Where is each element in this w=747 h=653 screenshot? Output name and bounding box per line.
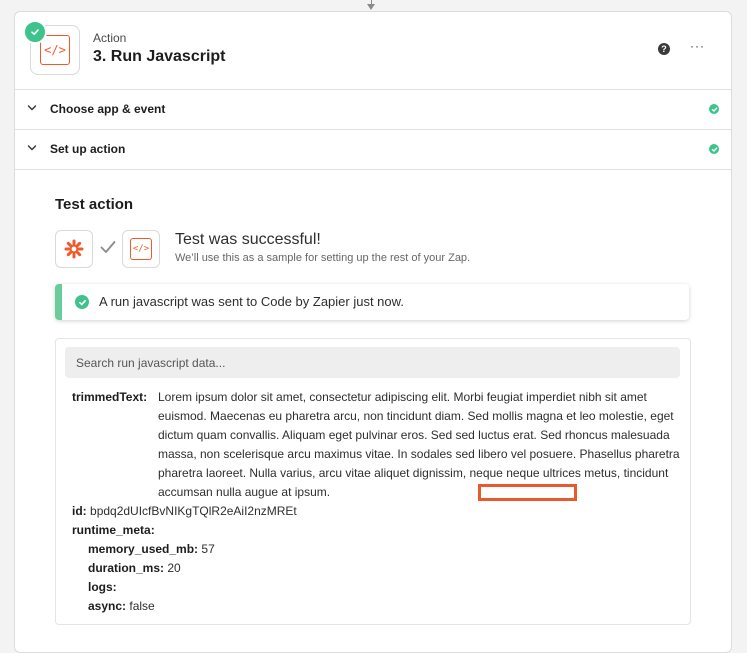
step-complete-check-icon	[23, 20, 47, 44]
connection-check-icon	[100, 241, 116, 253]
help-icon[interactable]: ?	[658, 43, 670, 55]
chevron-down-icon	[27, 105, 37, 111]
field-key-duration: duration_ms:	[88, 561, 165, 575]
section-complete-check-icon	[709, 144, 719, 154]
search-data-input[interactable]	[65, 347, 680, 378]
field-key-async: async:	[88, 599, 127, 613]
field-value-id: bpdq2dUIcfBvNIKgTQlR2eAiI2nzMREt	[90, 504, 297, 518]
field-row-runtime-meta: runtime_meta:	[72, 521, 155, 540]
field-value-memory-used: 57	[201, 542, 215, 556]
field-key-runtime-meta: runtime_meta:	[72, 523, 155, 537]
step-kind-label: Action	[93, 31, 127, 45]
field-key-logs: logs:	[88, 580, 117, 594]
field-value-async: false	[129, 599, 155, 613]
test-result-alert: A run javascript was sent to Code by Zap…	[55, 284, 689, 320]
field-value-duration: 20	[167, 561, 181, 575]
chevron-down-icon	[27, 145, 37, 151]
field-row-async: async: false	[88, 597, 155, 616]
alert-text: A run javascript was sent to Code by Zap…	[99, 294, 404, 309]
step-title: 3. Run Javascript	[93, 48, 226, 65]
section-label: Set up action	[50, 142, 126, 156]
annotation-highlight-box	[478, 484, 577, 501]
section-complete-check-icon	[709, 104, 719, 114]
more-options-icon[interactable]: ···	[690, 39, 705, 53]
zapier-asterisk-icon	[64, 239, 84, 259]
test-action-title: Test action	[55, 196, 134, 213]
section-set-up-action[interactable]: Set up action	[15, 130, 731, 170]
code-app-icon: </>	[122, 230, 160, 268]
step-card: </> Action 3. Run Javascript ? ··· Choos…	[14, 11, 732, 653]
success-check-icon	[75, 295, 89, 309]
test-success-subtitle: We’ll use this as a sample for setting u…	[175, 252, 471, 264]
test-success-title: Test was successful!	[175, 231, 321, 248]
field-value-trimmedText: Lorem ipsum dolor sit amet, consectetur …	[158, 390, 680, 499]
field-key-id: id:	[72, 504, 87, 518]
step-header[interactable]: </> Action 3. Run Javascript ? ···	[15, 12, 731, 90]
code-brackets-icon: </>	[40, 35, 70, 65]
flow-connector-arrow-icon	[367, 4, 375, 10]
field-key-memory-used: memory_used_mb:	[88, 542, 199, 556]
code-brackets-icon: </>	[130, 238, 152, 260]
field-row-memory-used: memory_used_mb: 57	[88, 540, 215, 559]
section-choose-app-event[interactable]: Choose app & event	[15, 90, 731, 130]
field-row-duration: duration_ms: 20	[88, 559, 181, 578]
section-label: Choose app & event	[50, 102, 166, 116]
field-row-id: id: bpdq2dUIcfBvNIKgTQlR2eAiI2nzMREt	[72, 502, 297, 521]
zapier-app-icon	[55, 230, 93, 268]
test-data-panel: trimmedText: Lorem ipsum dolor sit amet,…	[55, 338, 691, 625]
field-row-logs: logs:	[88, 578, 117, 597]
field-key-trimmedText: trimmedText:	[72, 390, 148, 404]
